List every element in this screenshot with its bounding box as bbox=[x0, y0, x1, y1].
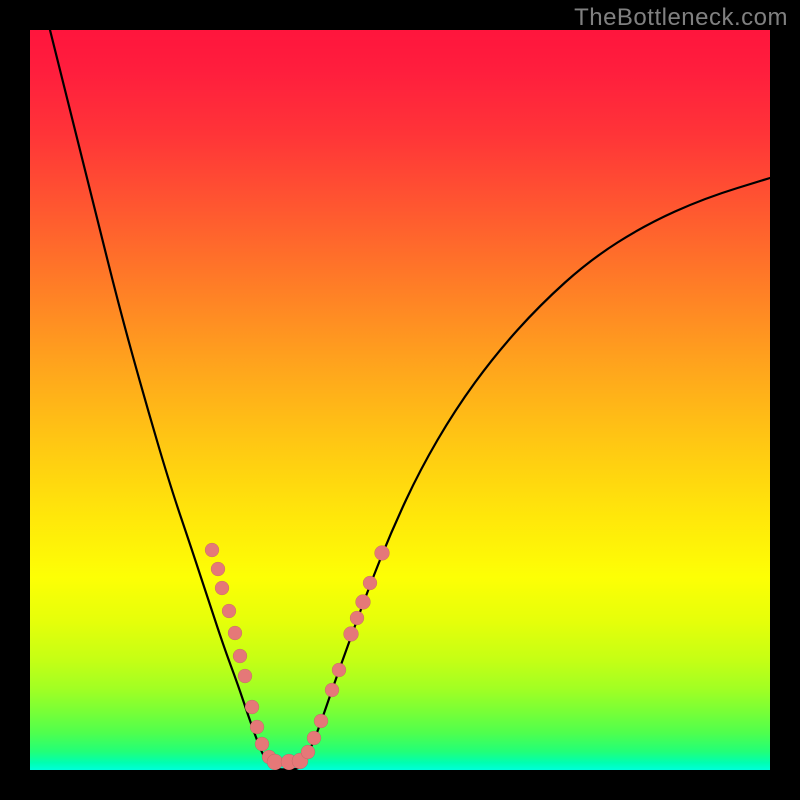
data-dot bbox=[314, 714, 328, 728]
data-dot bbox=[332, 663, 346, 677]
data-dot bbox=[301, 745, 315, 759]
chart-plot-area bbox=[30, 30, 770, 770]
data-dots-group bbox=[205, 543, 390, 770]
data-dot bbox=[344, 627, 359, 642]
data-dot bbox=[228, 626, 242, 640]
data-dot bbox=[233, 649, 247, 663]
data-dot bbox=[325, 683, 339, 697]
data-dot bbox=[350, 611, 364, 625]
data-dot bbox=[356, 595, 371, 610]
data-dot bbox=[238, 669, 252, 683]
bottleneck-curve bbox=[50, 30, 770, 770]
data-dot bbox=[215, 581, 229, 595]
data-dot bbox=[307, 731, 321, 745]
data-dot bbox=[222, 604, 236, 618]
data-dot bbox=[205, 543, 219, 557]
data-dot bbox=[211, 562, 225, 576]
watermark-text: TheBottleneck.com bbox=[574, 4, 788, 32]
data-dot bbox=[267, 754, 283, 770]
chart-svg-overlay bbox=[30, 30, 770, 770]
data-dot bbox=[375, 546, 390, 561]
data-dot bbox=[250, 720, 264, 734]
data-dot bbox=[363, 576, 377, 590]
data-dot bbox=[255, 737, 269, 751]
data-dot bbox=[245, 700, 259, 714]
